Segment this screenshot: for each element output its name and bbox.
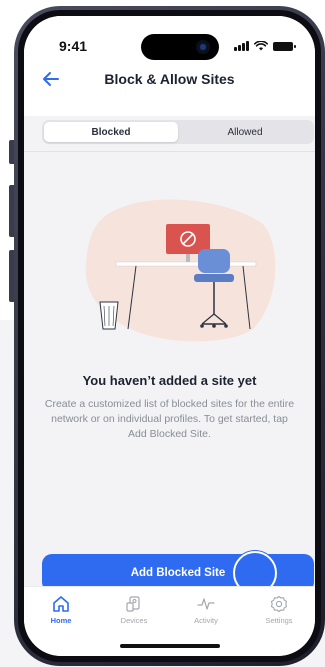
- tab-settings-label: Settings: [265, 616, 293, 625]
- empty-state-description: Create a customized list of blocked site…: [44, 398, 295, 440]
- status-icons: [234, 41, 296, 51]
- wifi-icon: [254, 41, 268, 51]
- app-screen: 9:41 Block & Allow Sites Blocked Allowed…: [24, 16, 315, 656]
- empty-desk-illustration: [85, 199, 276, 342]
- phone-frame: 9:41 Block & Allow Sites Blocked Allowed…: [14, 6, 325, 666]
- trash-can-icon: [99, 301, 119, 330]
- battery-icon: [273, 41, 296, 51]
- status-time: 9:41: [59, 38, 88, 54]
- segment-allowed[interactable]: Allowed: [178, 122, 312, 142]
- tab-settings[interactable]: Settings: [249, 595, 309, 625]
- bottom-tab-bar: Home Devices Activity Settings: [24, 586, 315, 656]
- camera-icon: [196, 40, 210, 54]
- chair-back-icon: [198, 249, 230, 273]
- page-title: Block & Allow Sites: [104, 71, 235, 87]
- tab-devices-label: Devices: [120, 616, 148, 625]
- home-indicator: [119, 644, 220, 648]
- app-header: 9:41 Block & Allow Sites: [24, 16, 315, 116]
- segment-blocked[interactable]: Blocked: [44, 122, 178, 142]
- tab-devices[interactable]: Devices: [104, 595, 164, 625]
- empty-state-title: You haven’t added a site yet: [82, 373, 257, 388]
- devices-icon: [126, 596, 140, 612]
- header-divider: [24, 151, 315, 152]
- tab-activity[interactable]: Activity: [176, 595, 236, 625]
- desk-icon: [115, 261, 257, 267]
- signal-icon: [234, 41, 249, 51]
- tab-home-label: Home: [50, 616, 72, 625]
- settings-icon: [270, 595, 288, 613]
- activity-icon: [197, 598, 215, 610]
- tab-home[interactable]: Home: [31, 595, 91, 625]
- dynamic-island: [141, 34, 219, 60]
- blocked-allowed-segmented-control: Blocked Allowed: [42, 120, 314, 144]
- home-icon: [53, 596, 69, 612]
- tab-activity-label: Activity: [194, 616, 218, 625]
